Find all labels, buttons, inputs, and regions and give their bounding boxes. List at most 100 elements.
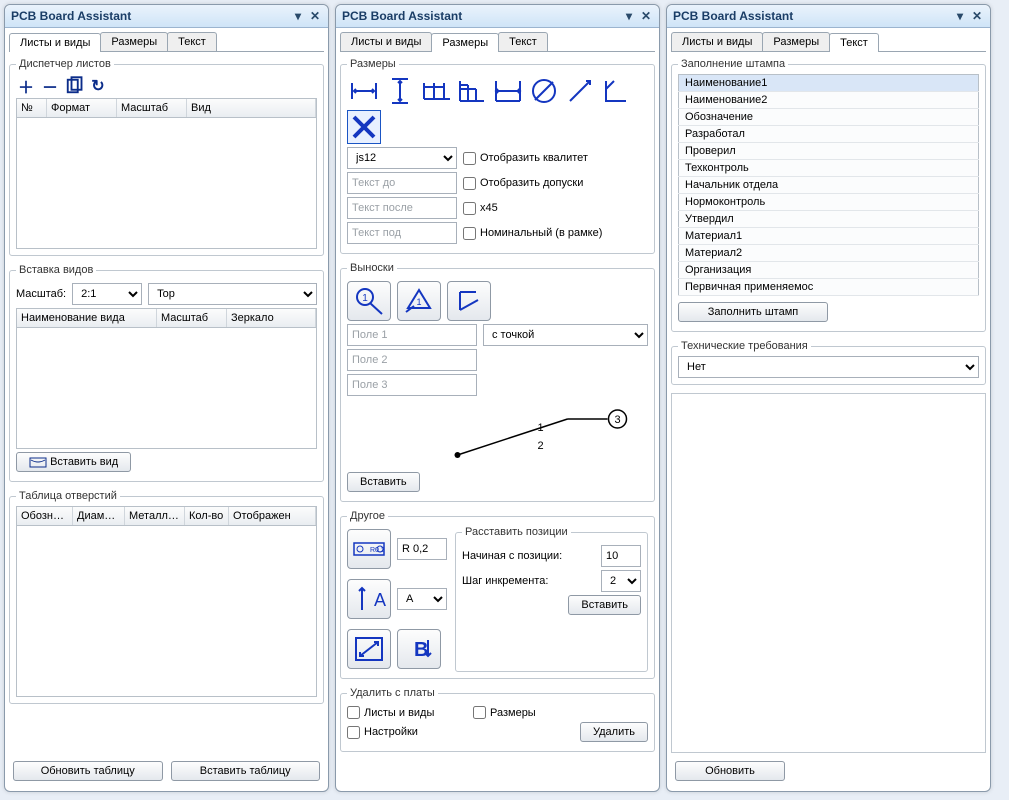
- dim-radius-icon[interactable]: [563, 74, 597, 108]
- stamp-row[interactable]: Нормоконтроль: [679, 194, 979, 211]
- views-grid-body[interactable]: [16, 328, 317, 449]
- leader-triangle-icon[interactable]: 1: [397, 281, 441, 321]
- tab-text[interactable]: Текст: [498, 32, 548, 51]
- dim-chain-icon[interactable]: [419, 74, 453, 108]
- letter-select[interactable]: A: [397, 588, 447, 610]
- col-disp[interactable]: Отображен: [229, 507, 316, 525]
- del-dims-checkbox[interactable]: Размеры: [473, 706, 536, 719]
- dropdown-icon[interactable]: ▾: [622, 9, 636, 23]
- col-view-name[interactable]: Наименование вида: [17, 309, 157, 327]
- dim-ordinate-icon[interactable]: [491, 74, 525, 108]
- stamp-table[interactable]: Наименование1 Наименование2 Обозначение …: [678, 74, 979, 296]
- tab-dims[interactable]: Размеры: [431, 33, 499, 52]
- stamp-row[interactable]: Утвердил: [679, 211, 979, 228]
- height-mark-icon[interactable]: A: [347, 579, 391, 619]
- copy-icon[interactable]: [64, 76, 84, 96]
- tech-req-textarea[interactable]: [671, 393, 986, 753]
- orient-select[interactable]: Top: [148, 283, 317, 305]
- tab-dims[interactable]: Размеры: [762, 32, 830, 51]
- dim-baseline-icon[interactable]: [455, 74, 489, 108]
- delete-button[interactable]: Удалить: [580, 722, 648, 742]
- stamp-row-value[interactable]: [831, 126, 979, 143]
- update-button[interactable]: Обновить: [675, 761, 785, 781]
- stamp-row[interactable]: Материал2: [679, 245, 979, 262]
- titlebar[interactable]: PCB Board Assistant ▾ ✕: [667, 5, 990, 28]
- col-qty[interactable]: Кол-во: [185, 507, 229, 525]
- arrow-diag-icon[interactable]: [347, 629, 391, 669]
- stamp-row-value[interactable]: [831, 245, 979, 262]
- titlebar[interactable]: PCB Board Assistant ▾ ✕: [5, 5, 328, 28]
- stamp-row-value[interactable]: [831, 194, 979, 211]
- remove-icon[interactable]: －: [40, 76, 60, 96]
- dim-diameter-icon[interactable]: [527, 74, 561, 108]
- stamp-row-value[interactable]: [831, 160, 979, 177]
- field1-input[interactable]: [347, 324, 477, 346]
- dim-linear-h-icon[interactable]: [347, 74, 381, 108]
- stamp-row[interactable]: Проверил: [679, 143, 979, 160]
- close-icon[interactable]: ✕: [639, 9, 653, 23]
- tab-sheets[interactable]: Листы и виды: [340, 32, 432, 51]
- stamp-row[interactable]: Наименование1: [679, 75, 979, 92]
- tolerance-frame-icon[interactable]: R0.2: [347, 529, 391, 569]
- col-scale[interactable]: Масштаб: [117, 99, 187, 117]
- close-icon[interactable]: ✕: [308, 9, 322, 23]
- show-tolerance-checkbox[interactable]: Отобразить допуски: [463, 177, 583, 190]
- holes-grid-body[interactable]: [16, 526, 317, 697]
- dim-linear-v-icon[interactable]: [383, 74, 417, 108]
- stamp-row-value[interactable]: [831, 279, 979, 296]
- col-view-mirror[interactable]: Зеркало: [227, 309, 316, 327]
- del-settings-checkbox[interactable]: Настройки: [347, 726, 467, 739]
- stamp-row-value[interactable]: [831, 92, 979, 109]
- b-down-icon[interactable]: B: [397, 629, 441, 669]
- stamp-row[interactable]: Первичная применяемос: [679, 279, 979, 296]
- text-after-input[interactable]: [347, 197, 457, 219]
- step-select[interactable]: 2: [601, 570, 641, 592]
- dropdown-icon[interactable]: ▾: [953, 9, 967, 23]
- stamp-row[interactable]: Наименование2: [679, 92, 979, 109]
- tab-dims[interactable]: Размеры: [100, 32, 168, 51]
- col-n[interactable]: №: [17, 99, 47, 117]
- x45-checkbox[interactable]: x45: [463, 202, 498, 215]
- stamp-row-value[interactable]: [831, 75, 979, 92]
- col-fmt[interactable]: Формат: [47, 99, 117, 117]
- col-dia[interactable]: Диаметр отв.: [73, 507, 125, 525]
- text-under-input[interactable]: [347, 222, 457, 244]
- tab-text[interactable]: Текст: [829, 33, 879, 52]
- add-icon[interactable]: ＋: [16, 76, 36, 96]
- refresh-table-button[interactable]: Обновить таблицу: [13, 761, 163, 781]
- stamp-row[interactable]: Техконтроль: [679, 160, 979, 177]
- dropdown-icon[interactable]: ▾: [291, 9, 305, 23]
- close-icon[interactable]: ✕: [970, 9, 984, 23]
- stamp-row[interactable]: Материал1: [679, 228, 979, 245]
- dim-chamfer-icon[interactable]: [599, 74, 633, 108]
- tab-text[interactable]: Текст: [167, 32, 217, 51]
- field3-input[interactable]: [347, 374, 477, 396]
- insert-view-button[interactable]: Вставить вид: [16, 452, 131, 472]
- tab-sheets[interactable]: Листы и виды: [671, 32, 763, 51]
- text-before-input[interactable]: [347, 172, 457, 194]
- titlebar[interactable]: PCB Board Assistant ▾ ✕: [336, 5, 659, 28]
- leader-line-icon[interactable]: [447, 281, 491, 321]
- sheet-grid-body[interactable]: [16, 118, 317, 249]
- col-view-scale[interactable]: Масштаб: [157, 309, 227, 327]
- show-qualitet-checkbox[interactable]: Отобразить квалитет: [463, 152, 588, 165]
- place-insert-button[interactable]: Вставить: [568, 595, 641, 615]
- stamp-row-value[interactable]: [831, 211, 979, 228]
- stamp-row[interactable]: Обозначение: [679, 109, 979, 126]
- tab-sheets[interactable]: Листы и виды: [9, 33, 101, 52]
- refresh-icon[interactable]: ↻: [88, 76, 108, 96]
- stamp-row[interactable]: Организация: [679, 262, 979, 279]
- col-desig[interactable]: Обозначен: [17, 507, 73, 525]
- del-sheets-checkbox[interactable]: Листы и виды: [347, 706, 467, 719]
- col-view[interactable]: Вид: [187, 99, 316, 117]
- fill-stamp-button[interactable]: Заполнить штамп: [678, 302, 828, 322]
- stamp-row[interactable]: Разработал: [679, 126, 979, 143]
- stamp-row-value[interactable]: [831, 143, 979, 160]
- col-met[interactable]: Металлиза: [125, 507, 185, 525]
- stamp-row-value[interactable]: [831, 109, 979, 126]
- stamp-row-value[interactable]: [831, 262, 979, 279]
- start-pos-input[interactable]: [601, 545, 641, 567]
- leader-balloon-icon[interactable]: 1: [347, 281, 391, 321]
- dim-delete-icon[interactable]: [347, 110, 381, 144]
- leader-style-select[interactable]: с точкой: [483, 324, 648, 346]
